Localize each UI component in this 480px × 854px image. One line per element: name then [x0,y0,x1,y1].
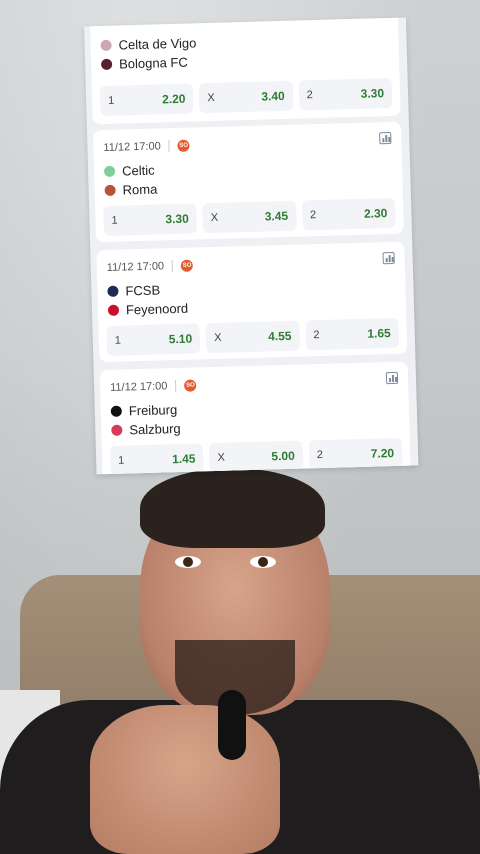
freiburg-crest-icon [110,405,122,417]
match-card[interactable]: 11/12 17:00 SO FCSB Feyenoord 1 5.10 X 4.5… [96,241,408,363]
odd-value: 3.45 [264,208,289,224]
odd-draw-button[interactable]: X 3.40 [199,80,294,114]
odds-row: 1 2.20 X 3.40 2 3.30 [99,77,393,117]
match-datetime: 11/12 17:00 [109,380,168,394]
celta-crest-icon [100,39,112,52]
person-hand [90,705,280,854]
match-datetime: 11/12 17:00 [103,140,161,154]
odd-value: 5.00 [271,448,295,464]
fcsb-crest-icon [107,285,119,297]
home-team-name: Celtic [121,162,155,179]
match-meta: 11/12 17:00 SO [109,379,197,394]
away-team-name: Roma [122,181,158,198]
bar-chart-icon[interactable] [382,251,395,265]
home-team-name: Freiburg [128,402,178,419]
live-badge-icon: SO [177,139,190,152]
betting-odds-panel: Celta de Vigo Bologna FC 1 2.20 X 3.40 2 3.… [84,17,419,475]
bar-chart-icon[interactable] [379,131,392,145]
away-team: Feyenoord [107,300,189,318]
odd-label: 2 [309,209,317,222]
match-card[interactable]: Celta de Vigo Bologna FC 1 2.20 X 3.40 2 3.… [89,17,401,125]
odd-value: 3.30 [360,86,385,101]
person-eye-right [250,556,276,568]
odd-home-button[interactable]: 1 3.30 [103,203,198,237]
odd-value: 3.30 [165,211,189,227]
away-team: Salzburg [111,421,181,438]
match-datetime: 11/12 17:00 [106,260,165,274]
away-team: Bologna FC [100,54,188,72]
match-card[interactable]: 11/12 17:00 SO Celtic Roma 1 3.30 X 3.45 2… [92,121,404,243]
odd-draw-button[interactable]: X 5.00 [209,440,304,474]
odd-value: 5.10 [168,331,193,347]
odd-home-button[interactable]: 1 2.20 [99,83,194,117]
home-team: Celtic [103,162,155,179]
odd-label: X [217,451,225,464]
odds-row: 1 3.30 X 3.45 2 2.30 [103,197,396,237]
microphone [218,690,246,760]
odd-label: 1 [118,454,125,467]
divider [168,140,170,153]
match-meta: 11/12 17:00 SO [103,139,190,154]
odd-draw-button[interactable]: X 4.55 [205,320,300,354]
odd-label: 2 [313,329,320,342]
home-team-name: Celta de Vigo [118,35,197,53]
odd-draw-button[interactable]: X 3.45 [202,200,297,234]
odd-label: 1 [111,214,118,227]
odd-value: 2.30 [363,206,388,221]
odd-value: 1.65 [367,326,391,341]
feyenoord-crest-icon [107,304,120,316]
away-team-name: Bologna FC [118,54,188,72]
odd-value: 1.45 [171,451,196,467]
odds-row: 1 5.10 X 4.55 2 1.65 [106,317,400,356]
bar-chart-icon[interactable] [385,371,399,385]
away-team: Roma [104,181,158,198]
salzburg-crest-icon [111,424,123,436]
odd-label: X [207,91,215,105]
divider [171,260,174,273]
away-team-name: Salzburg [129,420,181,438]
odd-away-button[interactable]: 2 7.20 [308,437,403,471]
odd-home-button[interactable]: 1 5.10 [106,323,201,356]
home-team: Celta de Vigo [100,35,197,53]
odd-value: 7.20 [370,446,395,461]
celtic-crest-icon [103,165,116,177]
person-eye-left [175,556,201,568]
live-badge-icon: SO [184,379,197,392]
odd-home-button[interactable]: 1 1.45 [109,443,204,475]
home-team: Freiburg [110,402,178,419]
odd-value: 3.40 [261,88,285,104]
divider [175,380,177,393]
odd-label: 1 [107,94,115,107]
home-team: FCSB [107,282,160,298]
odd-label: 2 [306,89,314,102]
match-card[interactable]: 11/12 17:00 SO Freiburg Salzburg 1 1.45 X… [99,361,411,475]
odd-away-button[interactable]: 2 3.30 [298,77,393,111]
match-meta: 11/12 17:00 SO [106,259,194,274]
person-hair [140,468,325,548]
odd-value: 4.55 [267,328,292,344]
live-badge-icon: SO [180,259,194,272]
odd-label: 2 [316,448,324,462]
odd-away-button[interactable]: 2 2.30 [301,197,396,231]
odd-label: 1 [114,334,122,347]
bologna-crest-icon [100,58,113,71]
odd-away-button[interactable]: 2 1.65 [305,317,400,351]
odd-label: X [213,331,222,344]
away-team-name: Feyenoord [125,300,189,318]
roma-crest-icon [104,184,116,196]
odd-value: 2.20 [161,91,186,107]
home-team-name: FCSB [125,282,161,299]
odd-label: X [210,211,219,225]
